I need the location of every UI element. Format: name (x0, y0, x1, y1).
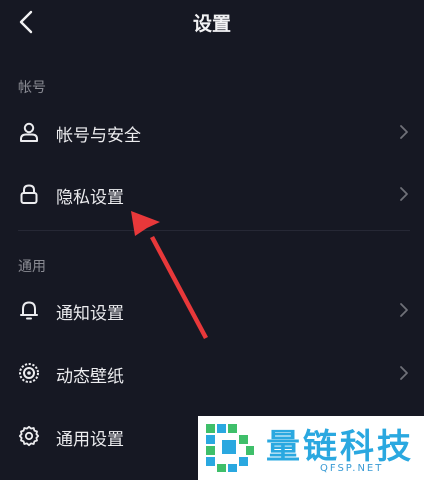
user-icon (20, 122, 38, 142)
live-wallpaper-icon (19, 363, 39, 383)
lock-icon (20, 184, 38, 204)
section-header-account: 帐号 (18, 80, 46, 96)
watermark-url: QFSP.NET (320, 463, 384, 474)
settings-item-account-security[interactable]: 帐号与安全 (0, 104, 424, 160)
section-divider (18, 230, 410, 231)
gear-icon (18, 425, 40, 447)
bell-icon (20, 301, 38, 320)
header: 设置 (0, 0, 424, 44)
settings-item-notifications[interactable]: 通知设置 (0, 282, 424, 338)
settings-item-label: 动态壁纸 (56, 367, 124, 387)
chevron-right-icon (400, 366, 408, 380)
settings-item-live-wallpaper[interactable]: 动态壁纸 (0, 345, 424, 401)
chevron-right-icon (400, 303, 408, 317)
chevron-right-icon (400, 125, 408, 139)
settings-item-label: 通知设置 (56, 304, 124, 324)
settings-item-label: 通用设置 (56, 430, 124, 450)
settings-screen: 设置 帐号 帐号与安全 隐私设置 通用 通知设置 动态壁纸 通用设置 量链科技 … (0, 0, 424, 480)
chevron-right-icon (400, 187, 408, 201)
settings-item-label: 帐号与安全 (56, 126, 141, 146)
watermark-title: 量链科技 (266, 427, 414, 467)
settings-item-label: 隐私设置 (56, 188, 124, 208)
watermark-logo-icon (206, 424, 254, 472)
page-title: 设置 (192, 13, 231, 35)
section-header-general: 通用 (18, 259, 46, 275)
watermark: 量链科技 QFSP.NET (198, 416, 424, 480)
settings-item-privacy[interactable]: 隐私设置 (0, 166, 424, 222)
